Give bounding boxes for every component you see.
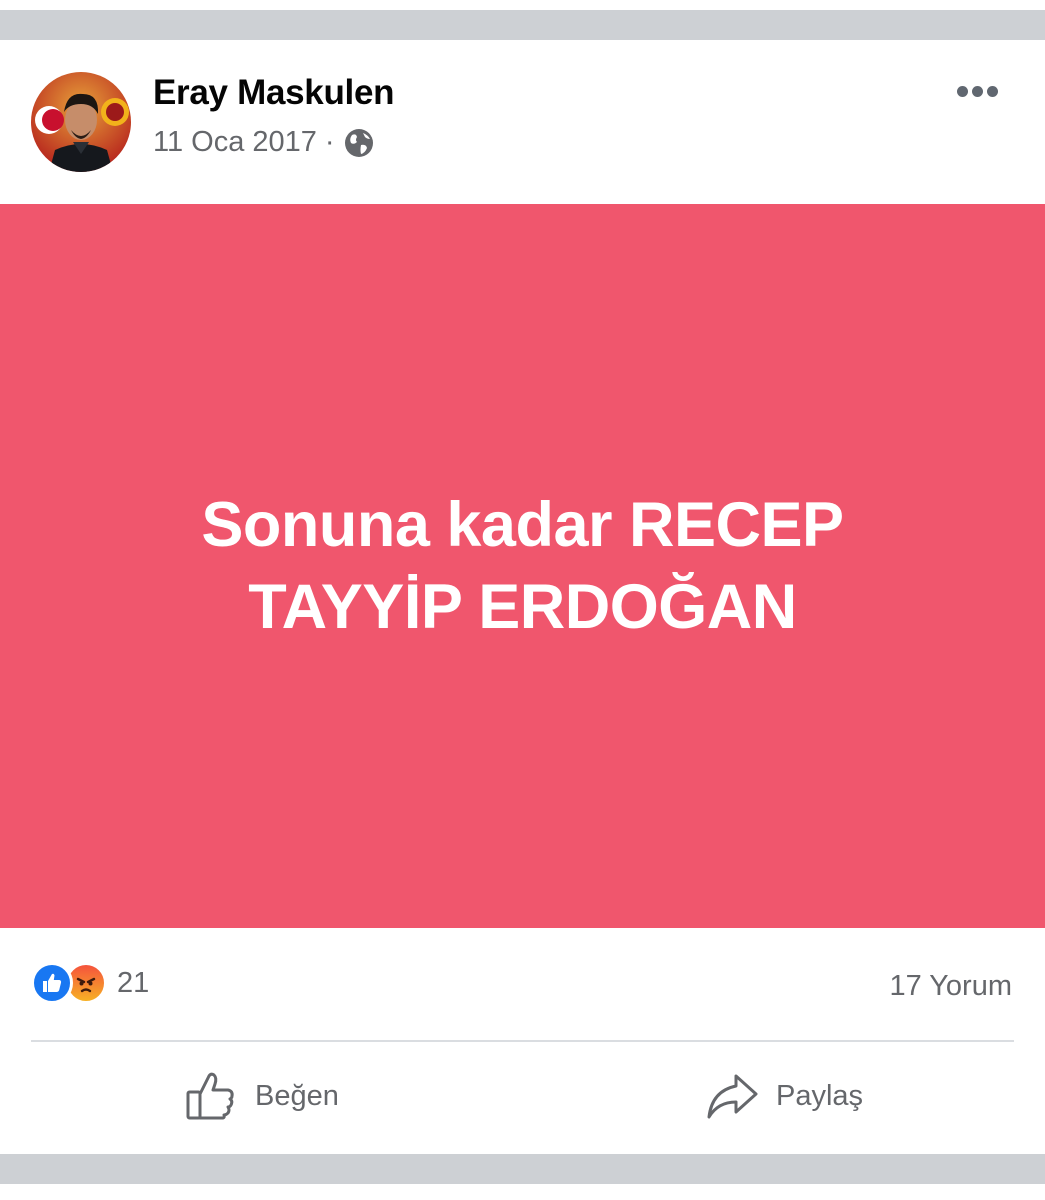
post-stats: 21 17 Yorum [0, 928, 1045, 1040]
post-header: Eray Maskulen 11 Oca 2017 · [0, 40, 1045, 204]
author-name[interactable]: Eray Maskulen [153, 73, 395, 113]
more-horizontal-icon-dot [971, 85, 983, 97]
like-reaction-icon [31, 962, 73, 1004]
reaction-count: 21 [117, 966, 150, 999]
post-actions: Beğen Paylaş [0, 1042, 1045, 1154]
post-background-text[interactable]: Sonuna kadar RECEP TAYYİP ERDOĞAN [0, 204, 1045, 928]
post-date[interactable]: 11 Oca 2017 [153, 126, 317, 159]
reactions-summary[interactable]: 21 [31, 962, 149, 1004]
post-meta: 11 Oca 2017 · [153, 126, 375, 159]
author-avatar[interactable] [31, 72, 131, 172]
bottom-spacer [0, 1184, 1045, 1200]
more-horizontal-icon-dot [986, 85, 998, 97]
like-label: Beğen [255, 1079, 339, 1112]
post-text: Sonuna kadar RECEP TAYYİP ERDOĞAN [201, 490, 844, 642]
share-button[interactable]: Paylaş [706, 1070, 863, 1122]
feed-separator-top [0, 10, 1045, 40]
more-horizontal-icon-dot [956, 85, 968, 97]
share-label: Paylaş [776, 1079, 864, 1112]
comment-count[interactable]: 17 Yorum [889, 970, 1012, 1003]
share-arrow-icon [706, 1070, 758, 1122]
like-button[interactable]: Beğen [185, 1070, 339, 1122]
post-card: Eray Maskulen 11 Oca 2017 · Sonuna kadar… [0, 40, 1045, 1154]
globe-icon [343, 127, 375, 159]
top-spacer [0, 0, 1045, 10]
thumbs-up-icon [185, 1070, 237, 1122]
feed-separator-bottom [0, 1154, 1045, 1184]
meta-separator: · [324, 126, 335, 158]
more-options-button[interactable] [950, 76, 1004, 106]
